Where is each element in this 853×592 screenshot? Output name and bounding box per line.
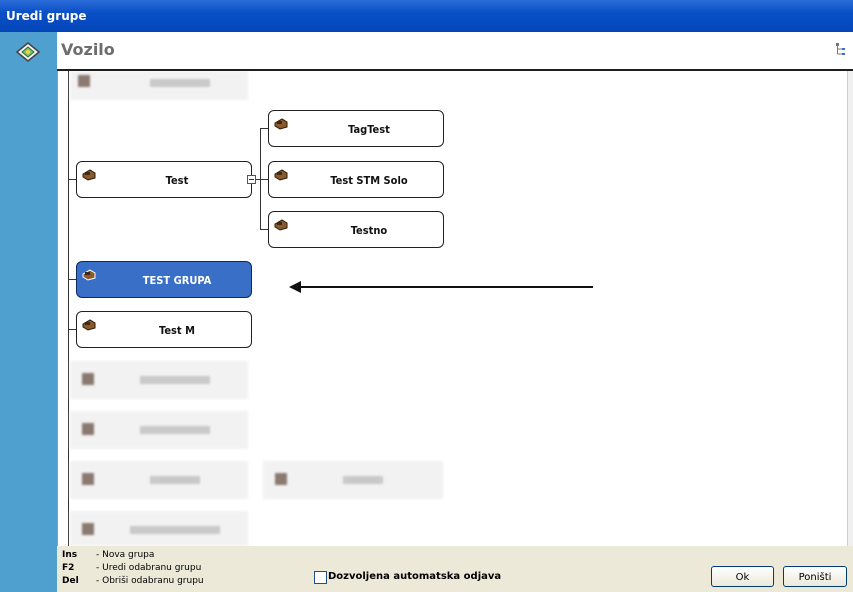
window-title: Uredi grupe [6,9,87,23]
tree-node-tagtest[interactable]: TagTest [268,110,444,147]
page-title: Vozilo [61,40,115,59]
tree-node-testno[interactable]: Testno [268,211,444,248]
cancel-button[interactable]: Poništi [783,566,847,587]
blurred-node [263,461,443,499]
vehicle-icon [82,169,96,181]
shortcut-f2: F2 - Uredi odabranu grupu [62,563,202,573]
vertical-scrollbar[interactable] [847,71,853,546]
vehicle-icon [82,269,96,281]
blurred-node [70,361,248,399]
collapse-toggle[interactable] [247,175,256,184]
vehicle-icon [274,219,288,231]
annotation-arrow-line [298,286,593,288]
tree-node-test[interactable]: Test [76,161,252,198]
shortcut-ins: Ins - Nova grupa [62,550,155,560]
window-titlebar[interactable]: Uredi grupe [0,0,853,32]
group-tree-canvas[interactable]: Test TagTest Test STM Solo Testno TEST G… [57,71,848,546]
left-sidebar [0,32,57,592]
vehicle-icon [82,319,96,331]
auto-logout-label: Dozvoljena automatska odjava [328,571,502,582]
node-label: Test M [159,324,195,337]
tree-node-test-m[interactable]: Test M [76,311,252,348]
ok-button[interactable]: Ok [711,566,774,587]
blurred-node [70,511,248,546]
tree-node-test-stm-solo[interactable]: Test STM Solo [268,161,444,198]
group-editor-icon [15,42,41,62]
blurred-node [70,71,248,100]
node-label: Test STM Solo [330,174,408,187]
node-label: Test [165,174,189,187]
tree-node-test-grupa[interactable]: TEST GRUPA [76,261,252,298]
blurred-node [70,411,248,449]
blurred-node [70,461,248,499]
node-label: TagTest [348,123,390,136]
vehicle-icon [274,118,288,130]
shortcut-del: Del - Obriši odabranu grupu [62,576,204,586]
header-bar: Vozilo [57,32,853,71]
tree-view-icon[interactable] [835,42,847,56]
node-label: TEST GRUPA [142,274,212,287]
vehicle-icon [274,169,288,181]
auto-logout-checkbox[interactable] [314,571,327,584]
node-label: Testno [350,224,388,237]
tree-trunk-line [68,71,69,546]
annotation-arrow-head [289,281,301,293]
